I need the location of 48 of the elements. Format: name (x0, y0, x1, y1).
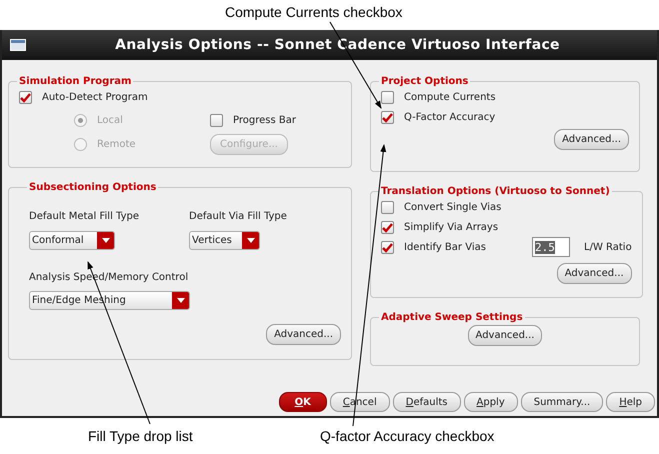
check-icon (382, 242, 393, 252)
checkbox[interactable] (381, 220, 394, 234)
checkbox[interactable] (381, 90, 394, 104)
checkbox[interactable] (19, 90, 32, 104)
checkbox[interactable] (210, 114, 223, 126)
window-title: Analysis Options -- Sonnet Cadence Virtuoso Interface (114, 37, 561, 53)
dropdown[interactable]: Vertices (189, 231, 260, 250)
checkbox[interactable] (381, 240, 394, 254)
window-icon[interactable] (10, 39, 26, 51)
field-label: Default Via Fill Type (189, 211, 288, 222)
checkbox-label: Identify Bar Vias (404, 242, 487, 252)
check-icon (382, 222, 393, 232)
ok-button[interactable]: OK (278, 392, 327, 412)
advanced-button[interactable]: Advanced... (556, 263, 632, 284)
radio-label: Remote (97, 138, 136, 150)
callout-label: Compute Currents checkbox (225, 4, 402, 20)
check-icon (20, 92, 31, 102)
checkbox-label: Simplify Via Arrays (404, 222, 500, 232)
dialog-button[interactable]: Help (606, 392, 655, 412)
callout-label: Q-factor Accuracy checkbox (320, 428, 494, 444)
checkbox-label: Progress Bar (233, 114, 296, 126)
checkbox-label: Convert Single Vias (404, 202, 502, 212)
checkbox-label: Compute Currents (404, 92, 496, 102)
dialog-button[interactable]: Summary... (520, 392, 604, 412)
checkbox[interactable] (381, 110, 394, 124)
callout-label: Fill Type drop list (88, 428, 193, 444)
advanced-button[interactable]: Advanced... (554, 129, 629, 150)
field-label: Default Metal Fill Type (29, 211, 140, 222)
caret-icon (176, 298, 184, 303)
checkbox[interactable] (381, 200, 394, 214)
caret-icon (102, 238, 110, 243)
advanced-button[interactable]: Advanced... (266, 324, 341, 345)
dialog-button[interactable]: Apply (464, 392, 518, 412)
check-icon (382, 112, 393, 122)
radio-label: Local (97, 114, 123, 126)
advanced-button[interactable]: Advanced... (468, 325, 542, 346)
group-title: Project Options (380, 76, 470, 87)
group-title: Simulation Program (18, 76, 132, 87)
checkbox-label: Q-Factor Accuracy (404, 112, 496, 122)
dropdown[interactable]: Conformal (29, 231, 115, 250)
group-title: Translation Options (Virtuoso to Sonnet) (380, 186, 611, 197)
caret-icon (246, 238, 254, 243)
group-title: Subsectioning Options (28, 182, 158, 193)
checkbox-label: Auto-Detect Program (42, 92, 148, 102)
group-title: Adaptive Sweep Settings (380, 312, 524, 323)
dialog-button[interactable]: Defaults (392, 392, 460, 412)
field-label: L/W Ratio (584, 242, 632, 252)
ratio-field[interactable]: 2.5 (532, 237, 570, 257)
